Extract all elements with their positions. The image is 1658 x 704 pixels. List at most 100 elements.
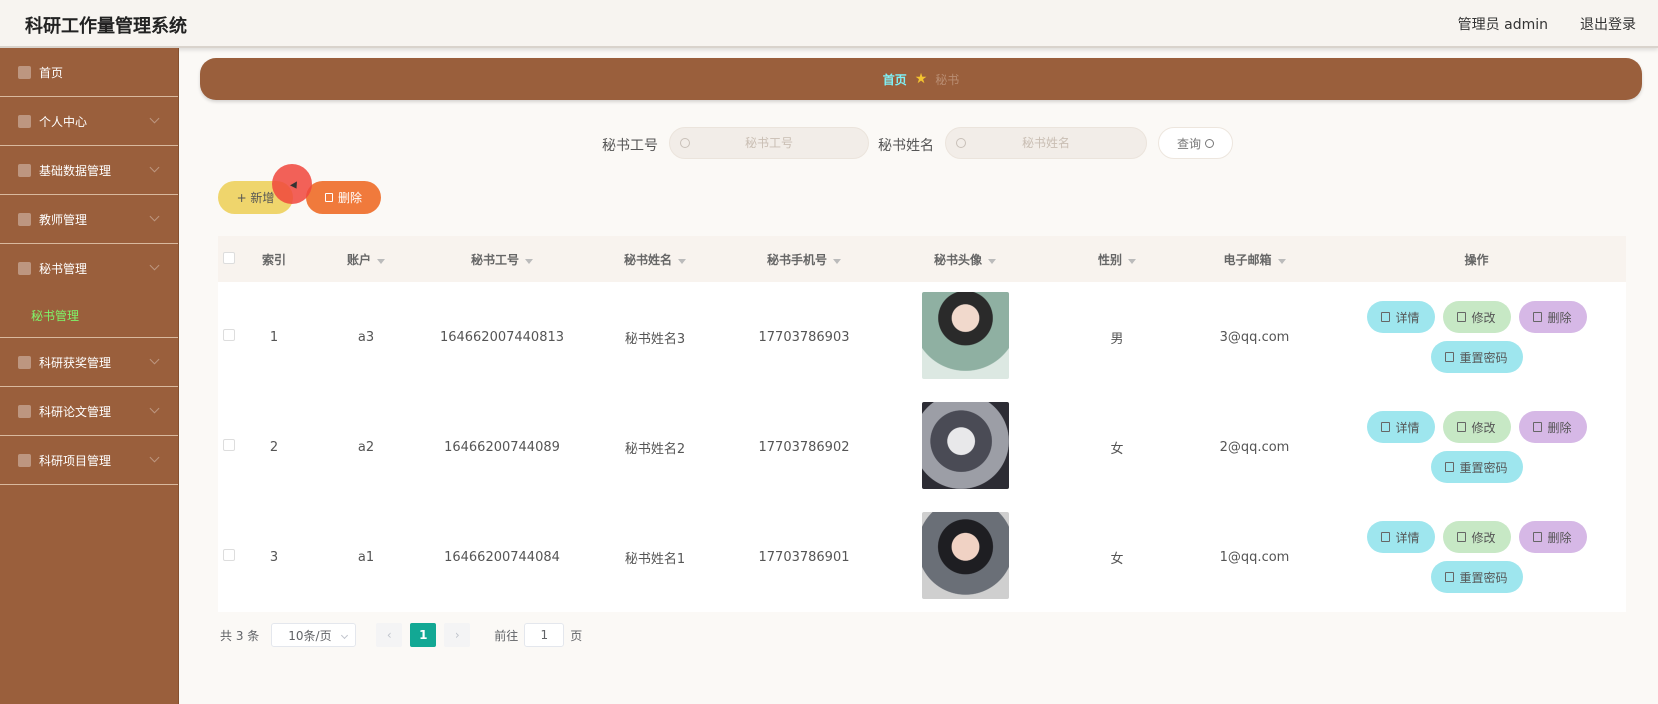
- cell-phone: 17703786901: [758, 549, 850, 565]
- avatar: [921, 511, 1009, 599]
- header-avatar[interactable]: 秘书头像: [878, 251, 1052, 268]
- trash-icon: [1533, 532, 1543, 542]
- header-phone[interactable]: 秘书手机号: [730, 251, 878, 268]
- cell-gender: 女: [1110, 551, 1124, 567]
- sidebar-item-label: 基础数据管理: [39, 163, 112, 178]
- sidebar-subitem-secretaries[interactable]: 秘书管理: [0, 293, 178, 338]
- sort-icon: [678, 258, 686, 264]
- cell-ops: 详情 修改 删除 重置密码: [1327, 301, 1626, 373]
- cell-index: 2: [269, 439, 279, 455]
- document-icon: [1445, 462, 1455, 472]
- row-checkbox[interactable]: [223, 439, 235, 451]
- header-email-label: 电子邮箱: [1223, 252, 1272, 267]
- select-all-checkbox[interactable]: [223, 251, 235, 264]
- cell-account: a1: [357, 549, 375, 565]
- cell-email: 3@qq.com: [1219, 329, 1290, 345]
- detail-button[interactable]: 详情: [1366, 411, 1435, 443]
- edit-icon: [1457, 532, 1467, 542]
- cell-ops: 详情 修改 删除 重置密码: [1327, 411, 1626, 483]
- header-email[interactable]: 电子邮箱: [1182, 251, 1327, 268]
- sidebar-item-research-papers[interactable]: 科研论文管理: [0, 387, 178, 436]
- sidebar-item-basic-data[interactable]: 基础数据管理: [0, 146, 178, 195]
- edit-icon: [1457, 312, 1467, 322]
- row-checkbox[interactable]: [223, 549, 235, 561]
- reset-password-button[interactable]: 重置密码: [1430, 451, 1523, 483]
- page-size-select[interactable]: 10条/页: [271, 623, 357, 647]
- sidebar-item-label: 首页: [39, 65, 64, 80]
- delete-button-label: 删除: [1547, 530, 1572, 545]
- sidebar-item-teachers[interactable]: 教师管理: [0, 195, 178, 244]
- chevron-down-icon: [149, 452, 160, 463]
- sidebar-item-research-awards[interactable]: 科研获奖管理: [0, 338, 178, 387]
- detail-button[interactable]: 详情: [1366, 521, 1435, 553]
- table-row: 1 a3 164662007440813 秘书姓名3 17703786903 男…: [218, 282, 1626, 392]
- cell-phone: 17703786902: [758, 439, 850, 455]
- delete-button[interactable]: 删除: [1518, 521, 1587, 553]
- edit-button[interactable]: 修改: [1442, 301, 1511, 333]
- row-select-cell: [218, 549, 240, 565]
- header-name[interactable]: 秘书姓名: [580, 251, 730, 268]
- edit-button[interactable]: 修改: [1442, 521, 1511, 553]
- trash-icon: [1533, 422, 1543, 432]
- trash-icon: [324, 193, 333, 202]
- avatar: [921, 291, 1009, 379]
- teacher-icon: [18, 212, 31, 226]
- top-header: 科研工作量管理系统 管理员 admin 退出登录: [0, 0, 1658, 48]
- row-checkbox[interactable]: [223, 329, 235, 341]
- goto-prefix: 前往: [494, 628, 519, 643]
- delete-button[interactable]: 删除: [1518, 411, 1587, 443]
- cell-email: 2@qq.com: [1219, 439, 1290, 455]
- edit-button-label: 修改: [1471, 530, 1496, 545]
- pagination-total: 共 3 条: [220, 628, 260, 643]
- prev-page-button[interactable]: ‹: [376, 623, 403, 647]
- header-ops: 操作: [1464, 252, 1489, 267]
- edit-icon: [1457, 422, 1467, 432]
- goto-page-input[interactable]: 1: [524, 623, 565, 647]
- search-input-name[interactable]: 秘书姓名: [945, 127, 1147, 159]
- sidebar-item-secretaries[interactable]: 秘书管理: [0, 244, 178, 293]
- sidebar-item-label: 秘书管理: [39, 262, 88, 276]
- sidebar-item-research-projects[interactable]: 科研项目管理: [0, 436, 178, 485]
- detail-button[interactable]: 详情: [1366, 301, 1435, 333]
- breadcrumb: 首页 ★ 秘书: [200, 58, 1642, 100]
- breadcrumb-home[interactable]: 首页: [883, 71, 907, 88]
- cell-name: 秘书姓名3: [624, 331, 686, 347]
- cell-name: 秘书姓名1: [624, 551, 686, 567]
- header-number[interactable]: 秘书工号: [424, 251, 580, 268]
- sort-icon: [525, 258, 533, 264]
- batch-delete-button[interactable]: 删除: [306, 181, 381, 214]
- next-page-button[interactable]: ›: [444, 623, 471, 647]
- chevron-down-icon: [149, 162, 160, 173]
- award-icon: [18, 355, 31, 369]
- search-label-name: 秘书姓名: [878, 138, 934, 154]
- chevron-down-icon: [149, 403, 160, 414]
- header-account-label: 账户: [346, 252, 371, 267]
- search-input-number[interactable]: 秘书工号: [669, 127, 869, 159]
- query-button-label: 查询: [1176, 136, 1201, 151]
- edit-button[interactable]: 修改: [1442, 411, 1511, 443]
- chevron-down-icon: [149, 211, 160, 222]
- sidebar-item-label: 个人中心: [39, 114, 88, 129]
- avatar: [921, 401, 1009, 489]
- table-header: 索引 账户 秘书工号 秘书姓名 秘书手机号 秘书头像 性别 电子邮箱 操作: [218, 236, 1626, 282]
- trash-icon: [1533, 312, 1543, 322]
- reset-password-button[interactable]: 重置密码: [1430, 341, 1523, 373]
- query-button[interactable]: 查询: [1158, 127, 1233, 159]
- chevron-down-icon: [149, 113, 160, 124]
- sidebar-item-home[interactable]: 首页: [0, 48, 178, 97]
- header-name-label: 秘书姓名: [623, 252, 672, 267]
- header-gender[interactable]: 性别: [1052, 251, 1182, 268]
- header-account[interactable]: 账户: [308, 251, 424, 268]
- cell-account: a3: [357, 329, 375, 345]
- header-index: 索引: [261, 252, 286, 267]
- sidebar-item-personal-center[interactable]: 个人中心: [0, 97, 178, 146]
- reset-password-button[interactable]: 重置密码: [1430, 561, 1523, 593]
- star-icon: ★: [914, 71, 928, 87]
- header-avatar-label: 秘书头像: [933, 252, 982, 267]
- delete-button[interactable]: 删除: [1518, 301, 1587, 333]
- sidebar-item-label: 科研项目管理: [39, 453, 112, 468]
- reset-password-label: 重置密码: [1459, 350, 1508, 365]
- page-number-current[interactable]: 1: [410, 623, 437, 647]
- logout-link[interactable]: 退出登录: [1580, 14, 1636, 34]
- secretary-table: 索引 账户 秘书工号 秘书姓名 秘书手机号 秘书头像 性别 电子邮箱 操作 1 …: [218, 236, 1626, 612]
